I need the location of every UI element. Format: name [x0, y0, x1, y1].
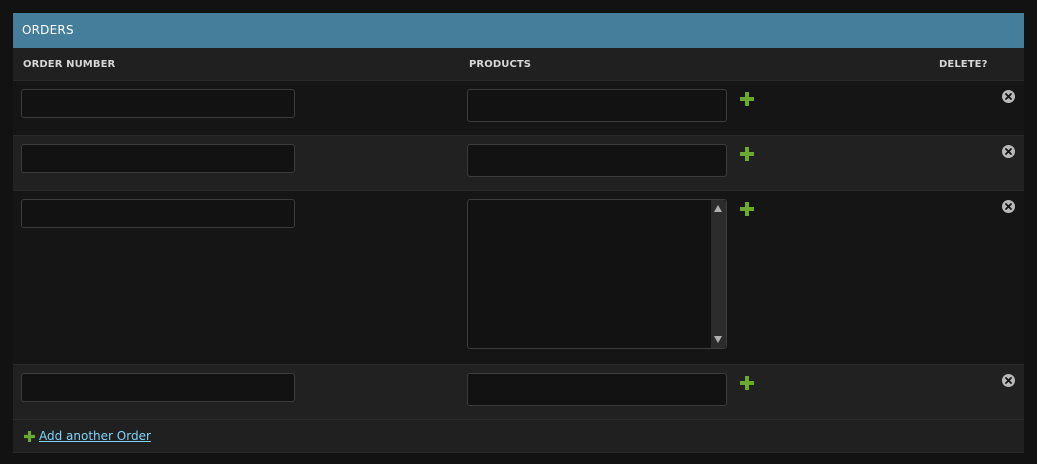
- order-number-input[interactable]: [21, 89, 295, 118]
- products-input[interactable]: [467, 144, 727, 177]
- orders-inline-group: ORDERS ORDER NUMBER PRODUCTS DELETE? Add…: [13, 13, 1024, 453]
- products-multiselect[interactable]: [467, 199, 727, 349]
- scroll-up-arrow-icon[interactable]: [714, 205, 722, 212]
- products-scrollbar[interactable]: [711, 200, 726, 348]
- plus-icon[interactable]: [740, 376, 754, 390]
- delete-x-icon[interactable]: [1002, 374, 1015, 387]
- products-input[interactable]: [467, 373, 727, 406]
- orders-caption: ORDERS: [13, 13, 1024, 48]
- add-another-row: Add another Order: [13, 420, 1024, 453]
- plus-icon[interactable]: [740, 147, 754, 161]
- table-row: [13, 136, 1024, 191]
- delete-x-icon[interactable]: [1002, 200, 1015, 213]
- order-number-input[interactable]: [21, 199, 295, 228]
- column-header-order-number: ORDER NUMBER: [23, 59, 116, 70]
- plus-icon[interactable]: [740, 202, 754, 216]
- products-input[interactable]: [467, 89, 727, 122]
- table-row: [13, 81, 1024, 136]
- column-header-delete: DELETE?: [939, 59, 988, 70]
- column-header-products: PRODUCTS: [469, 59, 532, 70]
- delete-x-icon[interactable]: [1002, 90, 1015, 103]
- plus-icon[interactable]: [740, 92, 754, 106]
- table-row: [13, 365, 1024, 420]
- table-row: [13, 191, 1024, 365]
- order-number-input[interactable]: [21, 373, 295, 402]
- order-number-input[interactable]: [21, 144, 295, 173]
- scroll-down-arrow-icon[interactable]: [714, 336, 722, 343]
- delete-x-icon[interactable]: [1002, 145, 1015, 158]
- table-header: ORDER NUMBER PRODUCTS DELETE?: [13, 48, 1024, 81]
- plus-icon[interactable]: [24, 431, 35, 442]
- add-another-order-link[interactable]: Add another Order: [39, 420, 151, 453]
